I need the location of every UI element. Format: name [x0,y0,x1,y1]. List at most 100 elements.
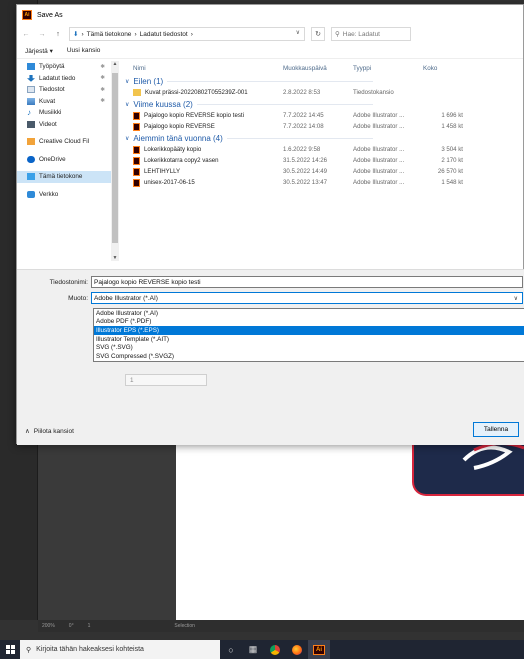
file-row[interactable]: unisex-2017-06-15 30.5.2022 13:47 Adobe Il… [123,177,523,188]
file-row[interactable]: LEHTIHYLLY 30.5.2022 14:49 Adobe Illustrat… [123,166,523,177]
column-header-type[interactable]: Tyyppi [353,65,423,72]
pin-icon[interactable]: ✱ [100,64,105,70]
chevron-down-icon[interactable]: ∨ [125,78,129,85]
file-size: 3 504 kt [441,146,463,153]
task-view-icon[interactable]: ▦ [242,640,264,659]
taskbar-search-placeholder: Kirjoita tähän hakeaksesi kohteista [36,646,144,653]
sidebar-item-desktop[interactable]: Työpöytä ✱ [17,61,111,73]
file-name: Lokerikkotarra copy2 vasen [144,157,219,164]
group-header-label: Aiemmin tänä vuonna (4) [133,133,223,143]
format-option[interactable]: SVG Compressed (*.SVGZ) [94,352,524,361]
file-name-cell: LEHTIHYLLY [123,167,283,176]
new-folder-button[interactable]: Uusi kansio [67,47,101,54]
sidebar-item-creative-cloud[interactable]: Creative Cloud Fil [17,136,111,148]
refresh-icon[interactable]: ↻ [311,27,325,41]
column-header-size[interactable]: Koko [423,65,471,72]
file-date: 30.5.2022 14:49 [283,168,328,175]
sidebar-item-network[interactable]: Verkko [17,189,111,201]
file-row[interactable]: Lokerikkotarra copy2 vasen 31.5.2022 14:2… [123,155,523,166]
format-option[interactable]: Illustrator EPS (*.EPS) [94,326,524,335]
file-date: 1.6.2022 9:58 [283,146,321,153]
format-option[interactable]: Adobe Illustrator (*.AI) [94,309,524,318]
navigation-scrollbar[interactable]: ▲ ▼ [111,61,119,261]
organize-button[interactable]: Järjestä ▾ [25,47,53,55]
breadcrumb-downloads[interactable]: Ladatut tiedostot [140,31,188,38]
file-groups: ∨ Eilen (1) Kuvat prässi-20220802T055239Z-… [123,75,523,188]
file-row[interactable]: Lokerikkopääty kopio 1.6.2022 9:58 Adobe I… [123,144,523,155]
artboards-range-input[interactable]: 1 [125,374,207,386]
file-name: Pajalogo kopio REVERSE [144,123,215,130]
format-select[interactable]: Adobe Illustrator (*.AI) ∨ [91,292,523,304]
pin-icon[interactable]: ✱ [100,98,105,104]
sidebar-item-label: Creative Cloud Fil [39,138,90,146]
chrome-icon[interactable] [264,640,286,659]
chevron-down-icon[interactable]: ∨ [296,29,300,36]
chevron-down-icon[interactable]: ∨ [514,295,518,302]
scrollbar-thumb[interactable] [112,73,118,243]
chevron-down-icon[interactable]: ∨ [125,101,129,108]
illustrator-status-bar: 200% 0° 1 Selection [38,620,524,632]
chevron-down-icon[interactable]: ∨ [125,135,129,142]
file-row[interactable]: Kuvat prässi-20220802T055239Z-001 2.8.202… [123,87,523,98]
file-date: 30.5.2022 13:47 [283,179,328,186]
group-header[interactable]: ∨ Eilen (1) [123,75,523,87]
format-option[interactable]: Adobe PDF (*.PDF) [94,318,524,327]
folder-search-input[interactable]: ⚲ Hae: Ladatut [331,27,411,41]
group-divider [167,80,373,82]
sidebar-item-label: Kuvat [39,97,56,105]
firefox-icon[interactable] [286,640,308,659]
format-dropdown-list: Adobe Illustrator (*.AI) Adobe PDF (*.PDF… [93,308,524,362]
breadcrumb-this-pc[interactable]: Tämä tietokone [87,31,132,38]
sidebar-item-label: Tämä tietokone [39,173,83,181]
file-row[interactable]: Pajalogo kopio REVERSE 7.7.2022 14:08 Adob… [123,121,523,132]
sidebar-item-videos[interactable]: Videot [17,119,111,131]
file-date: 2.8.2022 8:53 [283,89,321,96]
group-header[interactable]: ∨ Viime kuussa (2) [123,98,523,110]
sidebar-item-music[interactable]: ♪ Musiikki [17,107,111,119]
pin-icon[interactable]: ✱ [100,75,105,81]
sidebar-item-downloads[interactable]: Ladatut tiedo ✱ [17,73,111,85]
search-icon: ⚲ [335,31,340,38]
zoom-level[interactable]: 200% [42,623,55,629]
save-button[interactable]: Tallenna [473,422,519,437]
group-divider [226,137,373,139]
rotation-value[interactable]: 0° [69,623,74,629]
music-icon: ♪ [27,108,31,118]
dialog-title: Save As [37,11,63,19]
scroll-down-icon[interactable]: ▼ [111,255,119,261]
scroll-up-icon[interactable]: ▲ [111,61,119,67]
hide-folders-toggle[interactable]: ∧ Piilota kansiot [25,427,74,436]
taskbar-search[interactable]: ⚲ Kirjoita tähän hakeaksesi kohteista [20,640,220,659]
sidebar-item-label: Tiedostot [39,86,65,94]
illustrator-pasteboard [38,420,176,620]
dialog-title-bar[interactable]: Ai Save As [17,5,523,25]
column-headers: Nimi Muokkauspäivä Tyyppi Koko [123,61,523,75]
sidebar-item-documents[interactable]: Tiedostot ✱ [17,84,111,96]
breadcrumb-separator: › [81,30,84,38]
pin-icon[interactable]: ✱ [100,87,105,93]
sidebar-item-onedrive[interactable]: OneDrive [17,154,111,166]
up-arrow-icon[interactable]: ↑ [53,31,63,38]
sidebar-item-this-pc[interactable]: Tämä tietokone [17,171,111,183]
address-bar[interactable]: ⬇ › Tämä tietokone › Ladatut tiedostot ›… [69,27,305,41]
illustrator-taskbar-icon[interactable]: Ai [308,640,330,659]
back-arrow-icon[interactable]: ← [21,31,31,38]
group-header[interactable]: ∨ Aiemmin tänä vuonna (4) [123,132,523,144]
windows-start-button[interactable] [0,640,20,659]
format-row: Muoto: Adobe Illustrator (*.AI) ∨ [17,292,523,304]
navigation-bar: ← → ↑ ⬇ › Tämä tietokone › Ladatut tiedo… [17,25,523,43]
folder-icon [133,89,141,96]
illustrator-file-icon [133,156,140,165]
format-option[interactable]: SVG (*.SVG) [94,343,524,352]
file-row[interactable]: Pajalogo kopio REVERSE kopio testi 7.7.20… [123,110,523,121]
documents-icon [27,86,35,94]
artboard-number[interactable]: 1 [88,623,91,629]
filename-input[interactable]: Pajalogo kopio REVERSE kopio testi [91,276,523,288]
column-header-name[interactable]: Nimi [123,65,283,72]
format-option[interactable]: Illustrator Template (*.AIT) [94,335,524,344]
cortana-icon[interactable]: ○ [220,640,242,659]
taskbar: ⚲ Kirjoita tähän hakeaksesi kohteista ○ … [0,640,524,659]
column-header-date[interactable]: Muokkauspäivä [283,65,353,72]
sidebar-item-pictures[interactable]: Kuvat ✱ [17,96,111,108]
forward-arrow-icon[interactable]: → [37,31,47,38]
